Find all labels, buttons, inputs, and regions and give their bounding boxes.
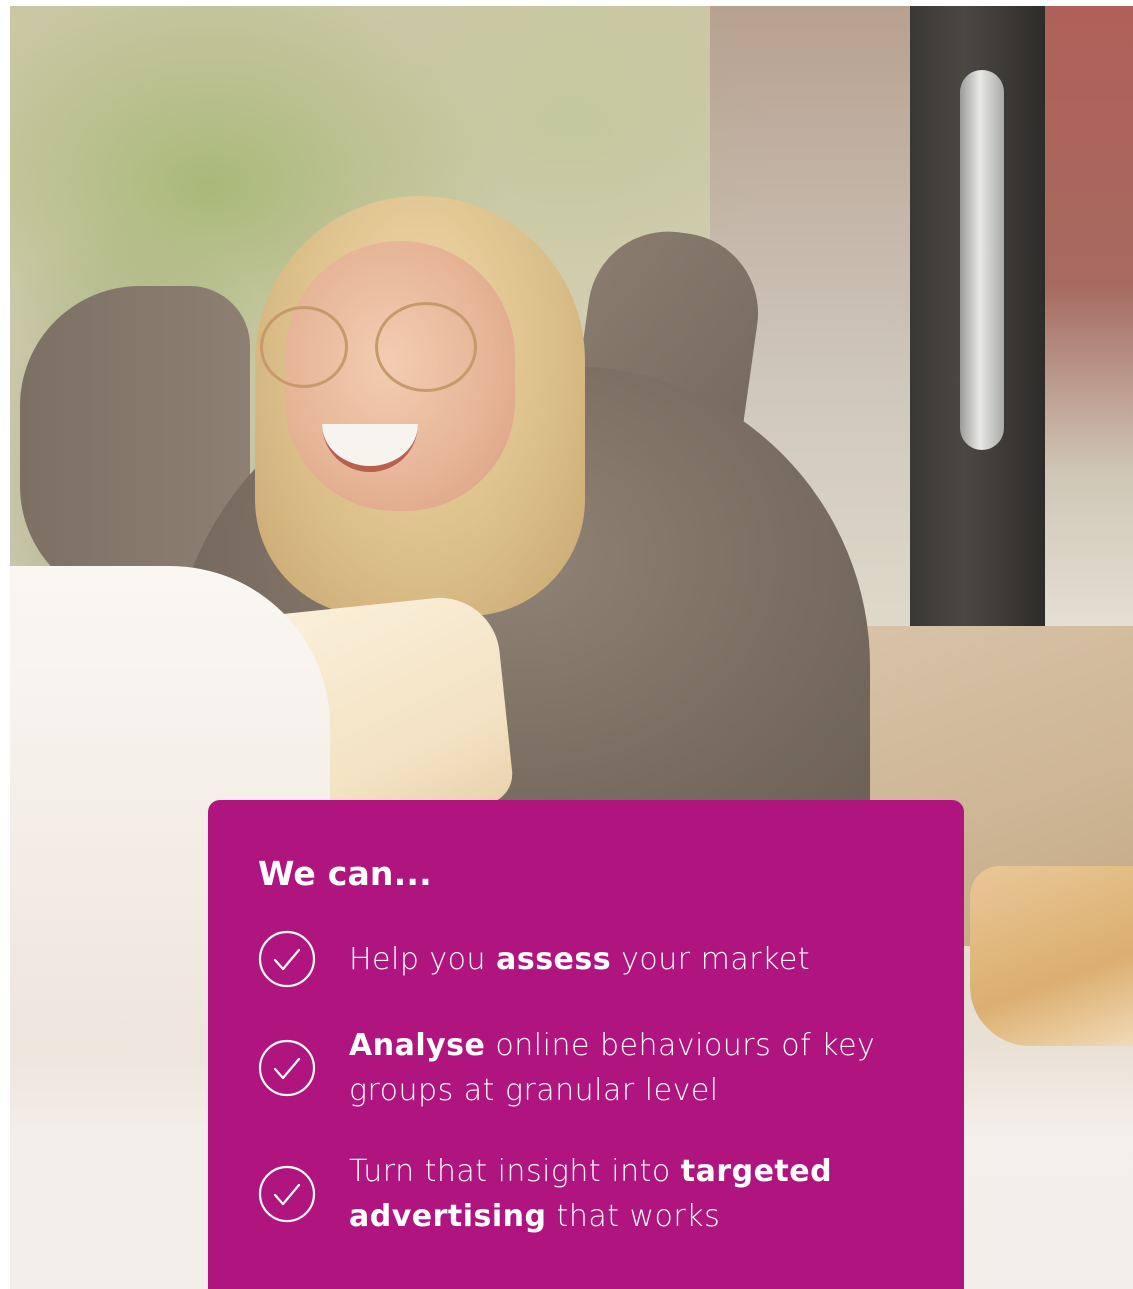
benefit-text: Help you assess your market [349,941,811,977]
door-handle [960,70,1004,450]
benefit-item: Turn that insight into targeted advertis… [258,1148,918,1240]
benefit-item: Help you assess your market [258,930,918,988]
card-title: We can... [258,854,432,893]
page: We can... Help you assess your market An… [0,0,1133,1289]
glasses-right-lens [375,302,477,392]
check-circle-icon [258,1165,316,1223]
benefit-item: Analyse online behaviours of key groups … [258,1022,918,1114]
benefit-text: Turn that insight into targeted advertis… [349,1154,833,1234]
check-circle-icon [258,1039,316,1097]
window-exterior [1045,6,1133,626]
benefit-text: Analyse online behaviours of key groups … [349,1028,876,1108]
throw-blanket [970,866,1133,1046]
glasses-left-lens [260,306,348,388]
check-circle-icon [258,930,316,988]
benefits-card: We can... Help you assess your market An… [208,800,964,1289]
